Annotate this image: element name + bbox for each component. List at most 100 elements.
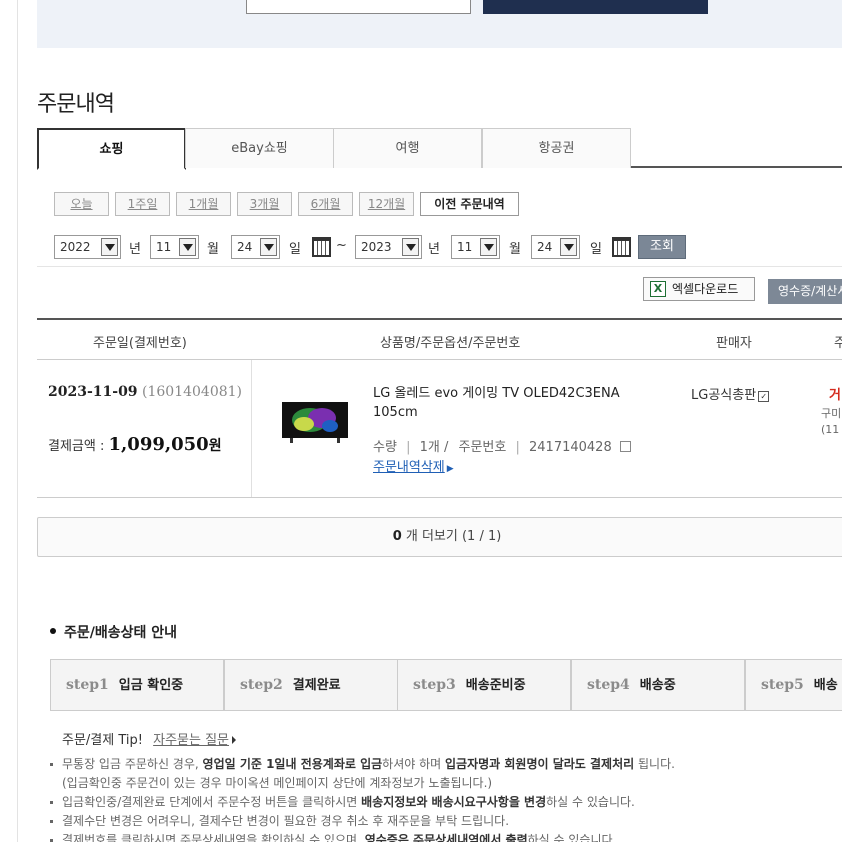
search-button[interactable]: 조회 <box>638 235 686 259</box>
to-day-value: 24 <box>537 240 553 254</box>
amount-value: 1,099,050 <box>108 434 209 455</box>
page-title: 주문내역 <box>37 92 115 117</box>
more-count: 0 <box>392 529 402 544</box>
to-month-select[interactable]: 11 <box>451 235 500 259</box>
month-label: 월 <box>207 242 219 257</box>
chevron-down-icon <box>480 238 497 256</box>
calendar-icon[interactable] <box>612 237 631 257</box>
note-item: 무통장 입금 주문하신 경우, 영업일 기준 1일내 전용계좌로 입금하셔야 하… <box>50 755 842 774</box>
left-border <box>17 0 18 842</box>
period-3month-button[interactable]: 3개월 <box>237 192 292 216</box>
quantity-order-number: 수량 | 1개 / 주문번호 | 2417140428 <box>373 436 631 455</box>
tab-flight[interactable]: 항공권 <box>482 128 631 168</box>
order-tabs: 쇼핑 eBay쇼핑 여행 항공권 <box>37 128 842 170</box>
top-banner <box>37 0 842 48</box>
payment-number[interactable]: (1601404081) <box>142 384 242 400</box>
period-6month-button[interactable]: 6개월 <box>298 192 353 216</box>
tab-ebay-shopping[interactable]: eBay쇼핑 <box>185 128 334 168</box>
to-day-select[interactable]: 24 <box>531 235 580 259</box>
step-3: step3 배송준비중 <box>397 659 571 711</box>
to-year-value: 2023 <box>361 240 392 254</box>
prev-orders-button[interactable]: 이전 주문내역 <box>420 192 519 216</box>
chevron-down-icon <box>260 238 277 256</box>
divider <box>37 266 842 267</box>
faq-link[interactable]: 자주묻는 질문 <box>153 733 229 748</box>
delete-order-link[interactable]: 주문내역삭제 ▶ <box>373 456 454 475</box>
period-1month-button[interactable]: 1개월 <box>176 192 231 216</box>
period-today-button[interactable]: 오늘 <box>54 192 109 216</box>
payment-amount: 결제금액 : 1,099,050원 <box>48 434 222 455</box>
more-text: 개 더보기 (1 / 1) <box>405 529 502 544</box>
step-label: 입금 확인중 <box>118 678 184 693</box>
step-1: step1 입금 확인중 <box>50 659 224 711</box>
step-4: step4 배송중 <box>571 659 745 711</box>
seller-name[interactable]: LG공식총판 ✓ <box>691 384 770 403</box>
to-month-value: 11 <box>457 240 473 254</box>
order-tip: 주문/결제 Tip! 자주묻는 질문 <box>62 729 237 748</box>
period-1week-button[interactable]: 1주일 <box>115 192 170 216</box>
copy-icon[interactable] <box>619 441 631 452</box>
from-month-value: 11 <box>156 240 172 254</box>
to-year-select[interactable]: 2023 <box>355 235 422 259</box>
note-item: (입금확인중 주문건이 있는 경우 마이옥션 메인페이지 상단에 계좌정보가 노… <box>62 776 493 790</box>
seller-label: LG공식총판 <box>691 388 757 403</box>
month-label: 월 <box>509 242 521 257</box>
step-number: step2 <box>240 677 283 693</box>
step-label: 배송중 <box>639 678 676 693</box>
order-date-value: 2023-11-09 <box>48 384 138 400</box>
receipt-button[interactable]: 영수증/계산서 <box>768 279 842 304</box>
table-row: 2023-11-09 (1601404081) 결제금액 : 1,099,050… <box>37 360 842 498</box>
tab-travel[interactable]: 여행 <box>333 128 482 168</box>
excel-icon: X <box>650 281 666 297</box>
year-label: 년 <box>129 242 141 257</box>
order-status: 거 <box>829 388 841 403</box>
step-number: step3 <box>413 677 456 693</box>
day-label: 일 <box>289 242 301 257</box>
chevron-down-icon <box>179 238 196 256</box>
step-number: step1 <box>66 677 109 693</box>
tab-shopping[interactable]: 쇼핑 <box>37 128 186 170</box>
status-detail-line1: 구미 <box>821 407 842 420</box>
status-detail-line2: (11 <box>821 423 840 436</box>
period-12month-button[interactable]: 12개월 <box>359 192 414 216</box>
step-2: step2 결제완료 <box>224 659 398 711</box>
amount-unit: 원 <box>208 438 222 454</box>
order-date[interactable]: 2023-11-09 (1601404081) <box>48 384 242 400</box>
header-order-date: 주문일(결제번호) <box>93 336 187 351</box>
note-item: 결제수단 변경은 어려우니, 결제수단 변경이 필요한 경우 취소 후 재주문을… <box>50 812 842 831</box>
load-more-button[interactable]: 0 개 더보기 (1 / 1) <box>37 517 842 557</box>
column-divider <box>251 360 252 497</box>
from-day-select[interactable]: 24 <box>231 235 280 259</box>
day-label: 일 <box>590 242 602 257</box>
chevron-down-icon <box>402 238 419 256</box>
banner-button-left[interactable] <box>246 0 471 14</box>
step-label: 배송 <box>813 678 838 693</box>
note-item: 입금확인중/결제완료 단계에서 주문수정 버튼을 클릭하시면 배송지정보와 배송… <box>50 793 842 812</box>
qty-value: 1개 <box>419 440 440 455</box>
seller-dropdown-icon[interactable]: ✓ <box>758 391 770 402</box>
calendar-icon[interactable] <box>312 237 331 257</box>
header-status: 주 <box>834 336 842 351</box>
delete-order-label: 주문내역삭제 <box>373 460 445 475</box>
banner-button-right[interactable] <box>483 0 708 14</box>
step-5: step5 배송 <box>745 659 842 711</box>
header-seller: 판매자 <box>716 336 752 351</box>
arrow-right-icon <box>232 736 237 744</box>
order-no-label: 주문번호 <box>458 440 507 455</box>
qty-label: 수량 <box>373 440 397 455</box>
excel-download-label: 엑셀다운로드 <box>672 282 739 296</box>
from-month-select[interactable]: 11 <box>150 235 199 259</box>
step-label: 결제완료 <box>292 678 341 693</box>
arrow-right-icon: ▶ <box>446 464 454 474</box>
guide-notes: 무통장 입금 주문하신 경우, 영업일 기준 1일내 전용계좌로 입금하셔야 하… <box>50 755 842 842</box>
note-item: 결제번호를 클릭하시면 주문상세내역을 확인하실 수 있으며, 영수증은 주문상… <box>50 831 842 842</box>
bullet-icon <box>50 628 56 634</box>
range-separator: ~ <box>336 238 347 253</box>
product-name[interactable]: LG 올레드 evo 게이밍 TV OLED42C3ENA 105cm <box>373 384 663 422</box>
from-day-value: 24 <box>237 240 253 254</box>
excel-download-button[interactable]: X 엑셀다운로드 <box>643 277 755 301</box>
step-label: 배송준비중 <box>465 678 526 693</box>
product-thumbnail[interactable] <box>280 400 350 444</box>
status-steps: step1 입금 확인중 step2 결제완료 step3 배송준비중 step4 배송… <box>50 659 842 711</box>
from-year-select[interactable]: 2022 <box>54 235 121 259</box>
